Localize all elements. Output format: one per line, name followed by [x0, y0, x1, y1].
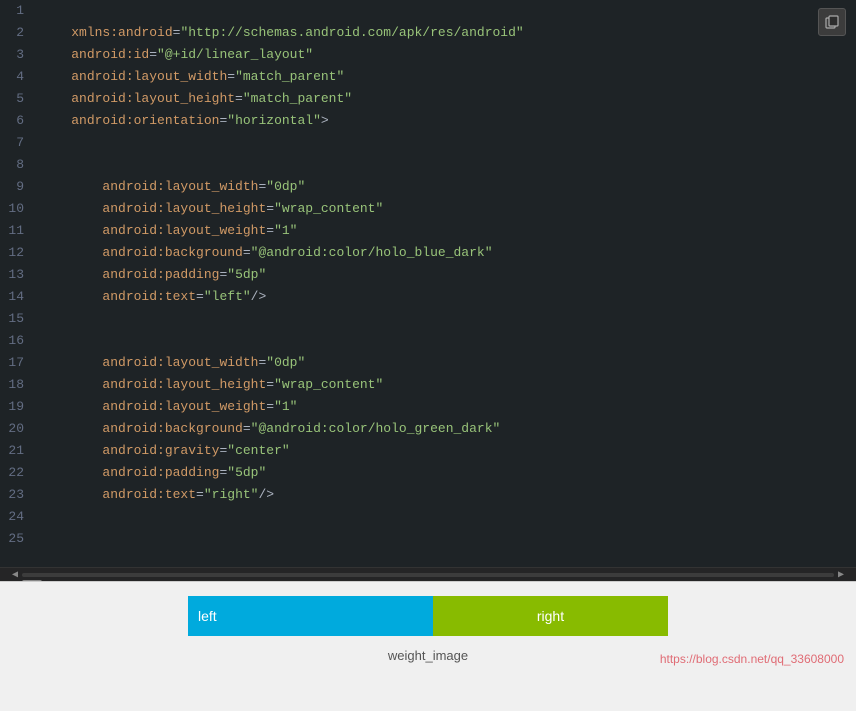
code-line: 1	[0, 0, 856, 22]
code-line: 24	[0, 506, 856, 528]
line-content: android:layout_weight="1"	[36, 220, 856, 242]
code-line: 8	[0, 154, 856, 176]
line-content	[36, 0, 856, 22]
scroll-track[interactable]	[22, 573, 834, 577]
code-line: 18 android:layout_height="wrap_content"	[0, 374, 856, 396]
line-content: android:layout_width="match_parent"	[36, 66, 856, 88]
line-number: 18	[0, 374, 36, 396]
line-content: xmlns:android="http://schemas.android.co…	[36, 22, 856, 44]
line-content: android:padding="5dp"	[36, 264, 856, 286]
line-number: 20	[0, 418, 36, 440]
line-content: android:background="@android:color/holo_…	[36, 242, 856, 264]
line-content: android:id="@+id/linear_layout"	[36, 44, 856, 66]
line-content: android:layout_width="0dp"	[36, 176, 856, 198]
line-number: 10	[0, 198, 36, 220]
line-content: android:layout_width="0dp"	[36, 352, 856, 374]
code-line: 10 android:layout_height="wrap_content"	[0, 198, 856, 220]
code-line: 12 android:background="@android:color/ho…	[0, 242, 856, 264]
code-line: 23 android:text="right"/>	[0, 484, 856, 506]
line-content: android:gravity="center"	[36, 440, 856, 462]
line-number: 11	[0, 220, 36, 242]
code-line: 15	[0, 308, 856, 330]
line-number: 5	[0, 88, 36, 110]
line-content	[36, 132, 856, 154]
line-number: 3	[0, 44, 36, 66]
code-line: 11 android:layout_weight="1"	[0, 220, 856, 242]
line-content: android:layout_weight="1"	[36, 396, 856, 418]
line-content: android:text="right"/>	[36, 484, 856, 506]
code-line: 2 xmlns:android="http://schemas.android.…	[0, 22, 856, 44]
code-line: 9 android:layout_width="0dp"	[0, 176, 856, 198]
preview-area: left right weight_image https://blog.csd…	[0, 581, 856, 711]
code-line: 17 android:layout_width="0dp"	[0, 352, 856, 374]
line-number: 7	[0, 132, 36, 154]
line-content	[36, 506, 856, 528]
line-number: 13	[0, 264, 36, 286]
line-number: 2	[0, 22, 36, 44]
preview-left-text: left	[198, 608, 217, 624]
line-content	[36, 330, 856, 352]
line-number: 22	[0, 462, 36, 484]
code-editor: 12 xmlns:android="http://schemas.android…	[0, 0, 856, 567]
code-line: 5 android:layout_height="match_parent"	[0, 88, 856, 110]
code-table: 12 xmlns:android="http://schemas.android…	[0, 0, 856, 550]
line-content: android:padding="5dp"	[36, 462, 856, 484]
line-number: 4	[0, 66, 36, 88]
code-line: 7	[0, 132, 856, 154]
code-line: 3 android:id="@+id/linear_layout"	[0, 44, 856, 66]
preview-right-view: right	[433, 596, 668, 636]
line-content: android:orientation="horizontal">	[36, 110, 856, 132]
line-number: 15	[0, 308, 36, 330]
horizontal-scrollbar[interactable]: ◀ ▶	[0, 567, 856, 581]
code-line: 21 android:gravity="center"	[0, 440, 856, 462]
code-line: 14 android:text="left"/>	[0, 286, 856, 308]
line-number: 25	[0, 528, 36, 550]
line-number: 17	[0, 352, 36, 374]
line-content	[36, 308, 856, 330]
line-number: 12	[0, 242, 36, 264]
code-line: 20 android:background="@android:color/ho…	[0, 418, 856, 440]
line-number: 16	[0, 330, 36, 352]
line-number: 24	[0, 506, 36, 528]
code-line: 6 android:orientation="horizontal">	[0, 110, 856, 132]
scroll-left-arrow[interactable]: ◀	[8, 569, 22, 581]
line-number: 14	[0, 286, 36, 308]
line-number: 21	[0, 440, 36, 462]
preview-left-view: left	[188, 596, 433, 636]
code-line: 25	[0, 528, 856, 550]
line-content: android:text="left"/>	[36, 286, 856, 308]
line-content: android:layout_height="wrap_content"	[36, 198, 856, 220]
code-line: 22 android:padding="5dp"	[0, 462, 856, 484]
preview-bar: left right	[188, 596, 668, 636]
line-content	[36, 528, 856, 550]
line-number: 23	[0, 484, 36, 506]
code-line: 4 android:layout_width="match_parent"	[0, 66, 856, 88]
line-number: 9	[0, 176, 36, 198]
line-number: 19	[0, 396, 36, 418]
code-line: 16	[0, 330, 856, 352]
copy-button[interactable]	[818, 8, 846, 36]
line-content: android:background="@android:color/holo_…	[36, 418, 856, 440]
preview-right-text: right	[537, 608, 564, 624]
code-line: 19 android:layout_weight="1"	[0, 396, 856, 418]
bottom-bar: weight_image https://blog.csdn.net/qq_33…	[0, 646, 856, 676]
code-line: 13 android:padding="5dp"	[0, 264, 856, 286]
line-content: android:layout_height="match_parent"	[36, 88, 856, 110]
line-number: 6	[0, 110, 36, 132]
preview-link[interactable]: https://blog.csdn.net/qq_33608000	[660, 652, 844, 666]
line-content	[36, 154, 856, 176]
line-number: 8	[0, 154, 36, 176]
scroll-right-arrow[interactable]: ▶	[834, 569, 848, 581]
line-number: 1	[0, 0, 36, 22]
line-content: android:layout_height="wrap_content"	[36, 374, 856, 396]
